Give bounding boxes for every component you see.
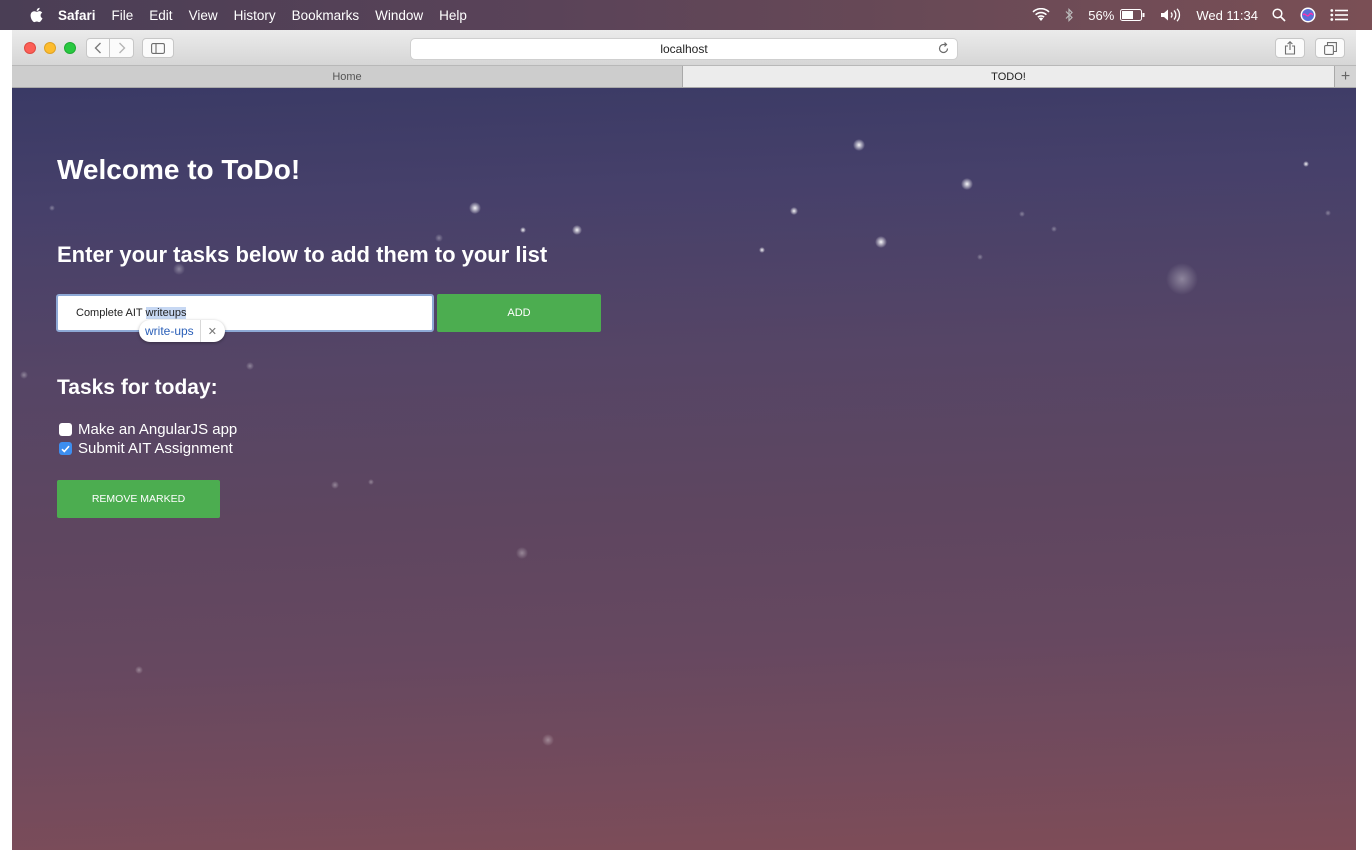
window-controls — [24, 42, 76, 54]
share-button[interactable] — [1275, 38, 1305, 58]
dismiss-autocorrect-icon[interactable]: ✕ — [201, 325, 225, 338]
tab-todo-label: TODO! — [991, 70, 1026, 83]
tasks-heading: Tasks for today: — [57, 376, 218, 399]
tabs-overview-icon — [1323, 41, 1337, 55]
checkmark-icon — [61, 445, 70, 453]
menu-help[interactable]: Help — [439, 8, 467, 23]
task-list: Make an AngularJS app Submit AIT Assignm… — [59, 420, 237, 458]
tab-home-label: Home — [332, 70, 362, 83]
menu-history[interactable]: History — [234, 8, 276, 23]
autocorrect-suggestion[interactable]: write-ups — [139, 320, 201, 342]
bluetooth-icon[interactable] — [1064, 8, 1074, 22]
show-all-tabs-button[interactable] — [1315, 38, 1345, 58]
task-input-value: Complete AIT — [76, 307, 146, 319]
share-icon — [1284, 41, 1296, 55]
zoom-window-button[interactable] — [64, 42, 76, 54]
apple-icon[interactable] — [30, 7, 44, 23]
task-label: Submit AIT Assignment — [78, 440, 233, 457]
back-button[interactable] — [86, 38, 110, 58]
page-content: Welcome to ToDo! Enter your tasks below … — [12, 88, 1356, 850]
autocorrect-popup: write-ups ✕ — [139, 320, 225, 342]
list-item: Submit AIT Assignment — [59, 439, 237, 458]
address-bar-text: localhost — [660, 42, 708, 56]
task-input-selected-word: writeups — [145, 307, 187, 319]
chevron-left-icon — [94, 42, 101, 54]
task-checkbox[interactable] — [59, 442, 72, 455]
minimize-window-button[interactable] — [44, 42, 56, 54]
menu-edit[interactable]: Edit — [149, 8, 172, 23]
plus-icon: + — [1340, 67, 1351, 85]
task-input-text: Complete AIT writeups — [76, 307, 187, 319]
task-checkbox[interactable] — [59, 423, 72, 436]
menu-app-name[interactable]: Safari — [58, 8, 96, 23]
menu-file[interactable]: File — [112, 8, 134, 23]
tab-home[interactable]: Home — [12, 66, 683, 87]
menubar-clock[interactable]: Wed 11:34 — [1196, 8, 1258, 23]
menu-bar: Safari File Edit View History Bookmarks … — [0, 0, 1372, 30]
new-tab-button[interactable]: + — [1334, 66, 1356, 87]
forward-button[interactable] — [110, 38, 134, 58]
show-sidebar-button[interactable] — [142, 38, 174, 58]
reload-icon[interactable] — [938, 42, 949, 57]
browser-toolbar: localhost — [12, 30, 1356, 66]
list-item: Make an AngularJS app — [59, 420, 237, 439]
volume-icon[interactable] — [1160, 8, 1182, 22]
task-label: Make an AngularJS app — [78, 421, 238, 438]
page-title: Welcome to ToDo! — [57, 154, 301, 185]
tab-todo[interactable]: TODO! — [683, 66, 1334, 87]
spotlight-search-icon[interactable] — [1272, 8, 1286, 22]
menu-bookmarks[interactable]: Bookmarks — [292, 8, 360, 23]
page-subtitle: Enter your tasks below to add them to yo… — [57, 242, 548, 267]
chevron-right-icon — [118, 42, 125, 54]
menu-view[interactable]: View — [189, 8, 218, 23]
task-input[interactable]: Complete AIT writeups — [56, 294, 434, 332]
address-bar[interactable]: localhost — [410, 38, 958, 60]
battery-percent: 56% — [1088, 7, 1115, 23]
tab-bar: Home TODO! + — [12, 66, 1356, 88]
menu-window[interactable]: Window — [375, 8, 423, 23]
star-background — [20, 139, 1331, 746]
close-window-button[interactable] — [24, 42, 36, 54]
sidebar-icon — [151, 42, 165, 54]
add-task-button[interactable]: ADD — [437, 294, 601, 332]
wifi-icon[interactable] — [1032, 8, 1050, 22]
siri-icon[interactable] — [1300, 7, 1316, 23]
notification-center-icon[interactable] — [1330, 9, 1348, 21]
battery-icon[interactable] — [1120, 9, 1146, 21]
remove-marked-button[interactable]: REMOVE MARKED — [57, 480, 220, 518]
